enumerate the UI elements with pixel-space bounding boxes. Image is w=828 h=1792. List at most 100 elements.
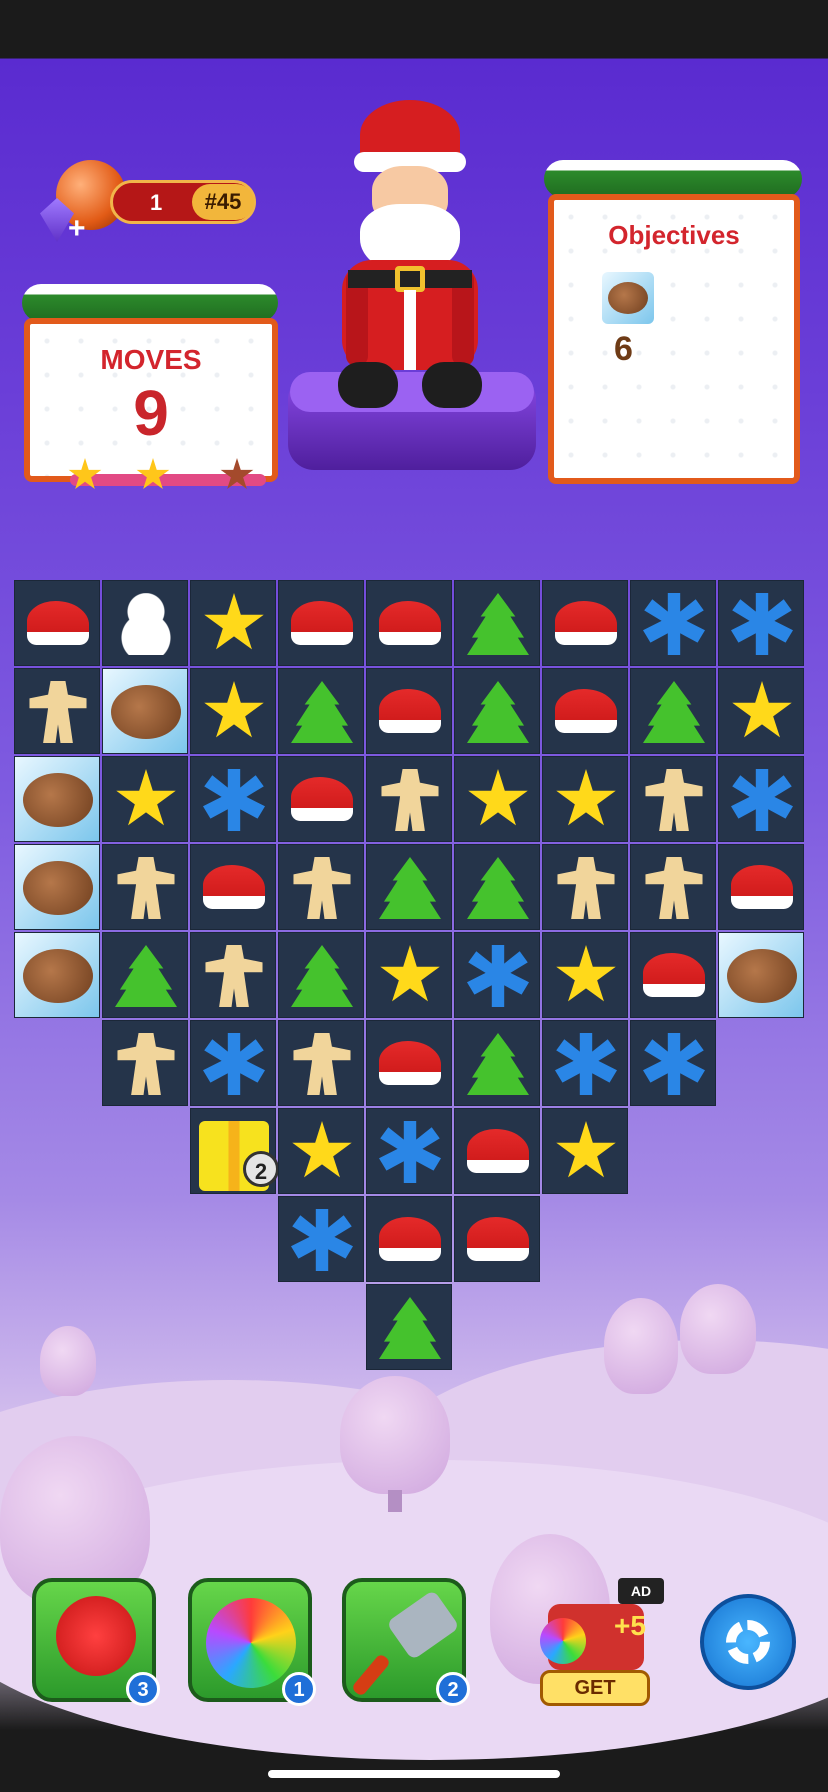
board-cell[interactable]: [366, 1020, 452, 1106]
board-cell[interactable]: [14, 668, 100, 754]
hat-piece[interactable]: [203, 865, 265, 909]
flake-piece[interactable]: [291, 1209, 353, 1271]
hat-piece[interactable]: [379, 601, 441, 645]
board-cell[interactable]: [366, 756, 452, 842]
flake-piece[interactable]: [643, 593, 705, 655]
plus-icon[interactable]: +: [68, 212, 86, 246]
board-cell[interactable]: [630, 932, 716, 1018]
board-cell[interactable]: [278, 1108, 364, 1194]
tree-piece[interactable]: [467, 1033, 529, 1095]
star-piece[interactable]: [204, 593, 264, 650]
tree-piece[interactable]: [115, 945, 177, 1007]
board-cell[interactable]: [14, 844, 100, 930]
board-cell[interactable]: [454, 1020, 540, 1106]
board-cell[interactable]: [366, 668, 452, 754]
board-cell[interactable]: [190, 756, 276, 842]
tree-piece[interactable]: [291, 945, 353, 1007]
tree-piece[interactable]: [643, 681, 705, 743]
star-piece[interactable]: [468, 769, 528, 826]
board-cell[interactable]: [630, 580, 716, 666]
flake-piece[interactable]: [555, 1033, 617, 1095]
hat-piece[interactable]: [291, 601, 353, 645]
tree-piece[interactable]: [379, 857, 441, 919]
board-cell[interactable]: [454, 932, 540, 1018]
game-board[interactable]: 2: [14, 580, 814, 1380]
board-cell[interactable]: [718, 668, 804, 754]
hat-piece[interactable]: [643, 953, 705, 997]
hat-piece[interactable]: [467, 1129, 529, 1173]
board-cell[interactable]: [366, 932, 452, 1018]
hat-piece[interactable]: [291, 777, 353, 821]
ginger-piece[interactable]: [381, 769, 439, 831]
walnut-piece[interactable]: [23, 861, 93, 915]
board-cell[interactable]: [278, 580, 364, 666]
board-cell[interactable]: [366, 844, 452, 930]
board-cell[interactable]: [366, 580, 452, 666]
hat-piece[interactable]: [379, 1041, 441, 1085]
booster-spatula[interactable]: 2: [342, 1578, 470, 1706]
board-cell[interactable]: [102, 932, 188, 1018]
board-cell[interactable]: [630, 756, 716, 842]
hat-piece[interactable]: [27, 601, 89, 645]
booster-lollipop-hammer[interactable]: 3: [32, 1578, 160, 1706]
board-cell[interactable]: [542, 580, 628, 666]
board-cell[interactable]: [542, 1020, 628, 1106]
board-cell[interactable]: [190, 844, 276, 930]
ginger-piece[interactable]: [117, 1033, 175, 1095]
hat-piece[interactable]: [467, 1217, 529, 1261]
walnut-piece[interactable]: [727, 949, 797, 1003]
flake-piece[interactable]: [731, 593, 793, 655]
board-cell[interactable]: [454, 756, 540, 842]
board-cell[interactable]: [102, 756, 188, 842]
board-cell[interactable]: [454, 844, 540, 930]
star-piece[interactable]: [116, 769, 176, 826]
flake-piece[interactable]: [203, 1033, 265, 1095]
board-cell[interactable]: [278, 932, 364, 1018]
board-cell[interactable]: [14, 756, 100, 842]
star-piece[interactable]: [204, 681, 264, 738]
board-cell[interactable]: [454, 1196, 540, 1282]
flake-piece[interactable]: [467, 945, 529, 1007]
board-cell[interactable]: [718, 580, 804, 666]
board-cell[interactable]: [542, 756, 628, 842]
board-cell[interactable]: [102, 1020, 188, 1106]
walnut-piece[interactable]: [23, 773, 93, 827]
hat-piece[interactable]: [731, 865, 793, 909]
ginger-piece[interactable]: [557, 857, 615, 919]
board-cell[interactable]: [718, 932, 804, 1018]
tree-piece[interactable]: [291, 681, 353, 743]
board-cell[interactable]: [542, 844, 628, 930]
ginger-piece[interactable]: [293, 857, 351, 919]
flake-piece[interactable]: [379, 1121, 441, 1183]
board-cell[interactable]: [454, 580, 540, 666]
board-cell[interactable]: [14, 580, 100, 666]
board-cell[interactable]: [190, 1020, 276, 1106]
star-piece[interactable]: [292, 1121, 352, 1178]
board-cell[interactable]: [278, 1020, 364, 1106]
ginger-piece[interactable]: [117, 857, 175, 919]
tree-piece[interactable]: [379, 1297, 441, 1359]
board-cell[interactable]: 2: [190, 1108, 279, 1194]
ginger-piece[interactable]: [645, 769, 703, 831]
home-indicator[interactable]: [268, 1770, 560, 1778]
hat-piece[interactable]: [555, 689, 617, 733]
hat-piece[interactable]: [379, 1217, 441, 1261]
board-cell[interactable]: [190, 580, 276, 666]
board-cell[interactable]: [102, 844, 188, 930]
star-piece[interactable]: [556, 769, 616, 826]
board-cell[interactable]: [454, 668, 540, 754]
board-cell[interactable]: [278, 1196, 364, 1282]
board-cell[interactable]: [718, 756, 804, 842]
tree-piece[interactable]: [467, 681, 529, 743]
hat-piece[interactable]: [555, 601, 617, 645]
tree-piece[interactable]: [467, 593, 529, 655]
ginger-piece[interactable]: [205, 945, 263, 1007]
board-cell[interactable]: [102, 580, 188, 666]
board-cell[interactable]: [366, 1284, 452, 1370]
board-cell[interactable]: [190, 932, 276, 1018]
board-cell[interactable]: [630, 844, 716, 930]
star-piece[interactable]: [556, 945, 616, 1002]
star-piece[interactable]: [556, 1121, 616, 1178]
walnut-piece[interactable]: [23, 949, 93, 1003]
tree-piece[interactable]: [467, 857, 529, 919]
